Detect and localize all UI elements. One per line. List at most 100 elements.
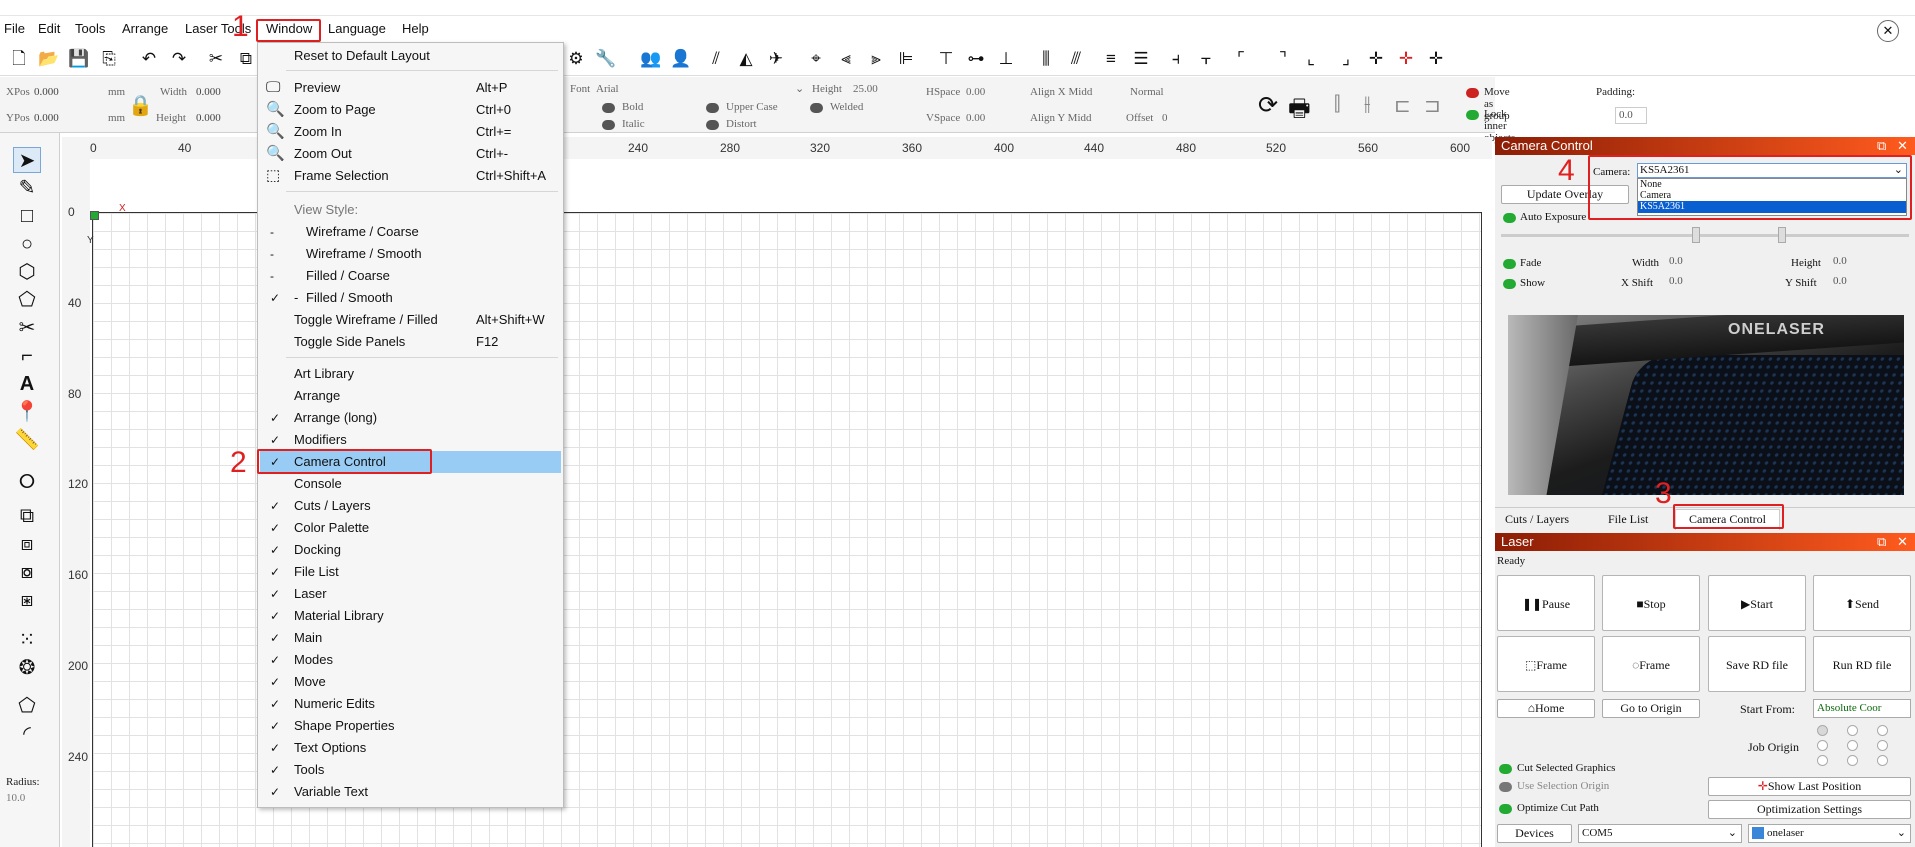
align-right-icon[interactable]: ⊫ bbox=[895, 48, 917, 70]
target-icon[interactable]: ⌖ bbox=[805, 48, 827, 70]
devices-button[interactable]: Devices bbox=[1497, 824, 1572, 843]
rectangle-icon[interactable]: □ bbox=[13, 203, 41, 229]
align-center-icon[interactable]: ⫸ bbox=[865, 48, 887, 70]
pentagon-icon[interactable]: ⬠ bbox=[13, 287, 41, 313]
exposure-slider-handle-1[interactable] bbox=[1692, 227, 1700, 243]
menu-arrange[interactable]: Arrange bbox=[122, 21, 168, 36]
menu-item-modifiers[interactable]: ✓ Modifiers bbox=[260, 429, 561, 451]
align-x-select[interactable]: Align X Midd bbox=[1030, 86, 1092, 98]
space-v-icon[interactable]: ☰ bbox=[1130, 48, 1152, 70]
run-rd-button[interactable]: Run RD file bbox=[1813, 636, 1911, 692]
show-last-position-button[interactable]: ✛Show Last Position bbox=[1708, 777, 1911, 796]
normal-select[interactable]: Normal bbox=[1130, 86, 1164, 98]
menu-item-art-library[interactable]: Art Library bbox=[260, 363, 561, 385]
menu-item-main[interactable]: ✓ Main bbox=[260, 627, 561, 649]
new-file-icon[interactable]: 🗋 bbox=[8, 48, 30, 70]
menu-item-wire-smooth[interactable]: - Wireframe / Smooth bbox=[260, 243, 561, 265]
float-panel-icon[interactable]: ⧉ bbox=[1877, 137, 1886, 155]
width-value[interactable]: 0.000 bbox=[196, 86, 221, 98]
menu-file[interactable]: File bbox=[4, 21, 25, 36]
frame-circle-button[interactable]: ◌Frame bbox=[1602, 636, 1700, 692]
menu-item-console[interactable]: Console bbox=[260, 473, 561, 495]
menu-item-docking[interactable]: ✓ Docking bbox=[260, 539, 561, 561]
start-from-select[interactable]: Absolute Coor bbox=[1813, 699, 1911, 718]
dock-left-icon[interactable]: ⫞ bbox=[1165, 48, 1187, 70]
xpos-value[interactable]: 0.000 bbox=[34, 86, 59, 98]
menu-item-cuts-layers[interactable]: ✓ Cuts / Layers bbox=[260, 495, 561, 517]
job-origin-radio[interactable] bbox=[1817, 755, 1828, 766]
menu-item-material-library[interactable]: ✓ Material Library bbox=[260, 605, 561, 627]
menu-item-preview[interactable]: 🖵 Preview Alt+P bbox=[260, 77, 561, 99]
auto-exposure-toggle[interactable] bbox=[1503, 213, 1516, 223]
home-button[interactable]: ⌂Home bbox=[1497, 699, 1595, 718]
hexagon-icon[interactable]: ⬡ bbox=[13, 259, 41, 285]
origin-cross-icon[interactable]: ✛ bbox=[1425, 48, 1447, 70]
close-panel-icon[interactable]: ✕ bbox=[1897, 533, 1908, 551]
menu-item-toggle-wireframe[interactable]: Toggle Wireframe / Filled Alt+Shift+W bbox=[260, 309, 561, 331]
lock-icon[interactable]: 🔒 bbox=[128, 93, 153, 118]
center-vertical-icon[interactable]: ⫲ bbox=[1364, 93, 1370, 116]
hspace-value[interactable]: 0.00 bbox=[966, 86, 985, 98]
align-middle-icon[interactable]: ⊶ bbox=[965, 48, 987, 70]
job-origin-radio[interactable] bbox=[1847, 725, 1858, 736]
select-arrow-icon[interactable]: ➤ bbox=[13, 147, 41, 173]
settings-gear-icon[interactable]: ⚙ bbox=[565, 48, 587, 70]
open-folder-icon[interactable]: 📂 bbox=[38, 48, 60, 70]
grid-array-icon[interactable]: ⁙ bbox=[13, 627, 41, 653]
tab-file-list[interactable]: File List bbox=[1608, 512, 1648, 527]
go-to-origin-button[interactable]: Go to Origin bbox=[1602, 699, 1700, 718]
job-origin-radio[interactable] bbox=[1847, 755, 1858, 766]
menu-item-filled-smooth[interactable]: ✓ - Filled / Smooth bbox=[260, 287, 561, 309]
align-top-icon[interactable]: ⊤ bbox=[935, 48, 957, 70]
save-icon[interactable]: 💾 bbox=[68, 48, 90, 70]
menu-item-move[interactable]: ✓ Move bbox=[260, 671, 561, 693]
menu-item-wire-coarse[interactable]: - Wireframe / Coarse bbox=[260, 221, 561, 243]
menu-item-zoom-out[interactable]: 🔍 Zoom Out Ctrl+- bbox=[260, 143, 561, 165]
optimization-settings-button[interactable]: Optimization Settings bbox=[1708, 800, 1911, 819]
radius-value[interactable]: 10.0 bbox=[6, 792, 25, 804]
center-horizontal-icon[interactable]: ⊐ bbox=[1424, 93, 1441, 118]
menu-item-color-palette[interactable]: ✓ Color Palette bbox=[260, 517, 561, 539]
location-pin-icon[interactable]: 📍 bbox=[13, 399, 41, 425]
menu-item-arrange-long[interactable]: ✓ Arrange (long) bbox=[260, 407, 561, 429]
copy-icon[interactable]: ⧉ bbox=[235, 48, 257, 70]
cut-icon[interactable]: ✂ bbox=[205, 48, 227, 70]
padding-input[interactable]: 0.0 bbox=[1615, 107, 1647, 124]
job-origin-radio[interactable] bbox=[1847, 740, 1858, 751]
menu-item-frame-selection[interactable]: ⬚ Frame Selection Ctrl+Shift+A bbox=[260, 165, 561, 187]
menu-item-arrange[interactable]: Arrange bbox=[260, 385, 561, 407]
distribute-h-icon[interactable]: ⫼ bbox=[1035, 48, 1057, 70]
lock-inner-toggle[interactable] bbox=[1466, 110, 1479, 120]
boolean-intersect-icon[interactable]: ⧇ bbox=[13, 559, 41, 585]
welded-toggle[interactable] bbox=[810, 103, 823, 113]
menu-item-variable-text[interactable]: ✓ Variable Text bbox=[260, 781, 561, 803]
job-origin-radio[interactable] bbox=[1817, 740, 1828, 751]
vspace-value[interactable]: 0.00 bbox=[966, 112, 985, 124]
overlay-height-input[interactable]: 0.0 bbox=[1830, 254, 1898, 271]
frame-rect-button[interactable]: ⬚Frame bbox=[1497, 636, 1595, 692]
boolean-subtract-icon[interactable]: ⧈ bbox=[13, 531, 41, 557]
rotate-icon[interactable]: ⟳ bbox=[1258, 91, 1278, 120]
menu-help[interactable]: Help bbox=[402, 21, 429, 36]
users-icon[interactable]: 👥 bbox=[640, 48, 662, 70]
corner-br-icon[interactable]: ⌟ bbox=[1335, 48, 1357, 70]
send-button[interactable]: ⬆Send bbox=[1813, 575, 1911, 631]
menu-item-toggle-side-panels[interactable]: Toggle Side Panels F12 bbox=[260, 331, 561, 353]
align-vertical-icon[interactable]: ⫿ bbox=[1334, 93, 1340, 116]
corner-round-icon[interactable]: ◜ bbox=[13, 721, 41, 747]
circle-outline-icon[interactable]: ⭘ bbox=[13, 469, 41, 495]
menu-edit[interactable]: Edit bbox=[38, 21, 60, 36]
move-as-group-toggle[interactable] bbox=[1466, 88, 1479, 98]
distribute-v-icon[interactable]: ⫻ bbox=[1065, 48, 1087, 70]
close-icon[interactable]: ✕ bbox=[1877, 20, 1899, 42]
save-rd-button[interactable]: Save RD file bbox=[1708, 636, 1806, 692]
boolean-union-icon[interactable]: ⧉ bbox=[13, 503, 41, 529]
center-cross-icon[interactable]: ✛ bbox=[1365, 48, 1387, 70]
overlay-width-input[interactable]: 0.0 bbox=[1666, 254, 1734, 271]
height-value[interactable]: 0.000 bbox=[196, 112, 221, 124]
text-height-value[interactable]: 25.00 bbox=[853, 83, 878, 95]
job-origin-radio[interactable] bbox=[1817, 725, 1828, 736]
menu-item-tools[interactable]: ✓ Tools bbox=[260, 759, 561, 781]
italic-toggle[interactable] bbox=[602, 120, 615, 130]
menu-item-numeric-edits[interactable]: ✓ Numeric Edits bbox=[260, 693, 561, 715]
